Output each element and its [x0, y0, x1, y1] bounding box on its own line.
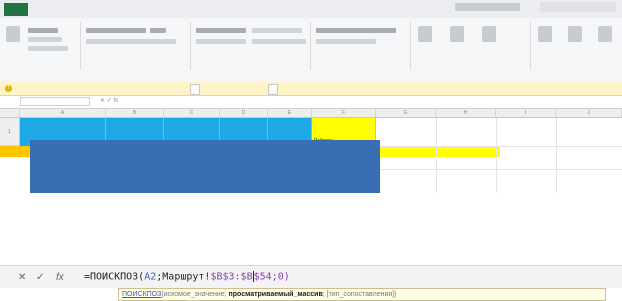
gridline — [376, 146, 622, 147]
formula-sheet-ref: ;Маршрут! — [156, 271, 211, 283]
tab-file[interactable] — [4, 3, 28, 16]
column-header[interactable]: I — [496, 109, 556, 118]
font-size-select[interactable] — [150, 28, 166, 33]
column-header[interactable]: G — [376, 109, 436, 118]
conditional-format-icon[interactable] — [418, 26, 432, 42]
format-painter-button[interactable] — [28, 46, 68, 51]
number-format-select[interactable] — [316, 28, 396, 33]
formula-prefix: =ПОИСКПОЗ( — [84, 271, 145, 283]
column-header[interactable]: J — [556, 109, 622, 118]
cut-button[interactable] — [28, 28, 58, 33]
wrap-text-button[interactable] — [252, 28, 302, 33]
align-buttons[interactable] — [196, 28, 246, 33]
enable-content-button[interactable] — [190, 84, 200, 95]
group-number — [310, 22, 411, 70]
tooltip-function-link[interactable]: ПОИСКПОЗ — [122, 291, 161, 298]
formula-bar: ✕ ✓ fx — [0, 96, 622, 109]
group-styles — [410, 22, 531, 70]
tooltip-arg-type: ; [тип_сопоставления]) — [322, 291, 397, 298]
enter-icon[interactable]: ✓ — [36, 272, 44, 283]
formula-controls[interactable]: ✕ ✓ fx — [100, 97, 118, 104]
formula-bar-zoomed: ✕ ✓ fx =ПОИСКПОЗ(A2;Маршрут!$B$3:$B$54;0… — [0, 265, 622, 288]
formula-range-tail: $54;0) — [253, 271, 290, 283]
security-warning-bar: ! — [0, 82, 622, 96]
indent-buttons[interactable] — [196, 39, 246, 44]
ribbon-tabs — [0, 0, 622, 18]
gridline — [436, 118, 437, 193]
select-all-corner[interactable] — [0, 109, 20, 118]
paste-icon[interactable] — [6, 26, 20, 42]
name-box[interactable] — [20, 97, 90, 106]
font-name-select[interactable] — [86, 28, 146, 33]
formula-range-ref: $B$3:$B — [210, 271, 253, 283]
column-header[interactable]: F — [312, 109, 376, 118]
spreadsheet-grid[interactable]: A B C D E F G H I J 1 2 Рейтинг — [0, 109, 622, 193]
merge-center-button[interactable] — [252, 39, 306, 44]
tooltip-arg-array: просматриваемый_массив — [228, 291, 323, 298]
formula-input-zoomed[interactable]: =ПОИСКПОЗ(A2;Маршрут!$B$3:$B$54;0) — [84, 271, 290, 283]
function-tooltip: ПОИСКПОЗ(искомое_значение; просматриваем… — [118, 288, 606, 301]
row-header[interactable]: 1 — [0, 118, 20, 146]
font-style-buttons[interactable] — [86, 39, 176, 44]
gridline — [380, 169, 622, 170]
group-cells — [530, 22, 622, 70]
tooltip-arg-lookup: (искомое_значение; — [161, 291, 229, 298]
warning-icon: ! — [5, 85, 12, 92]
formula-ref-a2: A2 — [144, 271, 157, 283]
redaction-overlay — [30, 140, 380, 193]
copy-button[interactable] — [28, 37, 62, 42]
cancel-icon[interactable]: ✕ — [18, 272, 26, 283]
column-header[interactable]: A — [20, 109, 106, 118]
insert-cells-icon[interactable] — [538, 26, 552, 42]
group-font — [80, 22, 191, 70]
column-header[interactable]: E — [268, 109, 312, 118]
gridline — [496, 118, 497, 193]
window-controls[interactable] — [540, 2, 616, 12]
group-alignment — [190, 22, 311, 70]
window-title — [455, 3, 520, 11]
cell-styles-icon[interactable] — [482, 26, 496, 42]
column-header[interactable]: D — [220, 109, 268, 118]
formula-cell[interactable] — [380, 147, 500, 157]
delete-cells-icon[interactable] — [568, 26, 582, 42]
gridline — [556, 118, 557, 193]
ribbon — [0, 0, 622, 83]
column-header[interactable]: C — [164, 109, 220, 118]
column-header[interactable]: B — [106, 109, 164, 118]
group-clipboard — [0, 22, 81, 70]
fx-icon[interactable]: fx — [56, 272, 64, 283]
format-cells-icon[interactable] — [598, 26, 612, 42]
ribbon-groups — [0, 20, 622, 72]
trust-center-button[interactable] — [268, 84, 278, 95]
column-header[interactable]: H — [436, 109, 496, 118]
format-table-icon[interactable] — [450, 26, 464, 42]
number-format-buttons[interactable] — [316, 39, 376, 44]
